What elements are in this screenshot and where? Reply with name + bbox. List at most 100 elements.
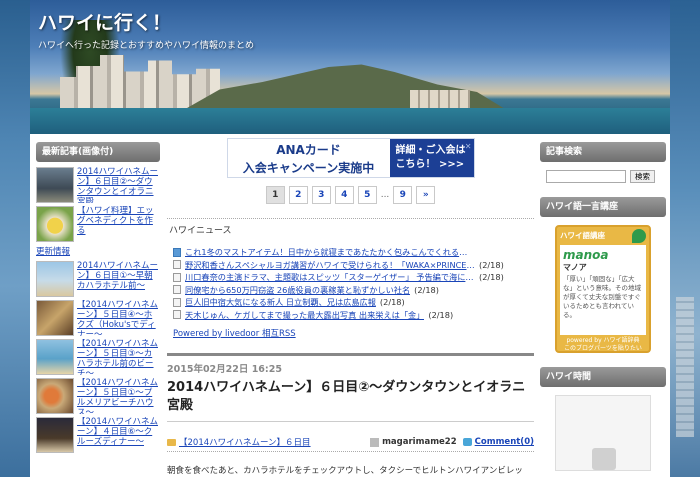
page-5[interactable]: 5 [357,186,377,204]
page-wrapper: ハワイに行く！ ハワイへ行った記録とおすすめやハワイ情報のまとめ 最新記事(画像… [30,0,670,477]
post-link[interactable]: 2014ハワイハネムーン】６日目①〜早朝カハラホテル前〜 [77,261,160,297]
search-form: 検索 [546,170,666,183]
list-item[interactable]: 2014ハワイハネムーン】６日目①〜早朝カハラホテル前〜 [36,261,160,297]
ad-cta-line2: こちら！ >>> [395,159,465,170]
list-item: 巨人旧中宿大気になる新人 日立制覇、兄は広島広報 (2/18) [173,296,534,309]
ad-line1: ANAカード [276,143,341,157]
news-link[interactable]: 川口春奈の主演ドラマ、主題歌はスピッツ「スターゲイザー」 予告編で海にダイブ！ [185,271,475,283]
news-link[interactable]: これ1冬のマストアイテム！日中から就寝まであたたかく包みこんでくれるもの [185,246,475,258]
post-link[interactable]: 【2014ハワイハネムーン】５日目③〜カハラホテル前のビーチ〜 [77,339,160,375]
background-left [0,0,30,477]
post-body: 朝食を食べたあと、カハラホテルをチェックアウトし、タクシーでヒルトンハワイアンビ… [167,466,523,476]
next-page-button[interactable]: » [416,186,436,204]
update-info-link[interactable]: 更新情報 [36,245,160,257]
list-item[interactable]: 【2014ハワイハネムーン】５日目③〜カハラホテル前のビーチ〜 [36,339,160,375]
thumbnail-image[interactable] [36,378,74,414]
list-item[interactable]: 【ハワイ料理】エッグベネディクトを作る [36,206,160,242]
list-item: 野沢和香さんスペシャルヨガ講習がハワイで受けられる！「WAKA×PRINCE W… [173,259,534,272]
dict-reading: マノア [563,263,587,272]
left-sidebar: 最新記事(画像付) 2014ハワイハネムーン】６日目②〜ダウンタウンとイオラニ宮… [36,142,160,456]
ad-cta[interactable]: ✕ 詳細・ご入会は こちら！ >>> [389,139,474,177]
dict-word: manoa [563,248,609,262]
ad-close-icon[interactable]: ✕ [465,140,472,154]
news-link[interactable]: 野沢和香さんスペシャルヨガ講習がハワイで受けられる！「WAKA×PRINCE W… [185,259,475,271]
recent-posts-list: 2014ハワイハネムーン】６日目②〜ダウンタウンとイオラニ宮殿 【ハワイ料理】エ… [36,167,160,453]
site-title[interactable]: ハワイに行く！ [38,8,171,35]
right-sidebar: 記事検索 検索 ハワイ語一言講座 ハワイ語講座 manoa マノア 「厚い」「頑… [540,142,666,471]
search-input[interactable] [546,170,626,183]
list-item: 同僚宅から650万円窃盗 26歳役員の裏稼業と恥ずかしい社名 (2/18) [173,284,534,297]
post-meta: 【2014ハワイハネムーン】６日目 magarimame22 Comment(0… [167,436,534,452]
leaf-icon [632,229,646,243]
pagination: 1 2 3 4 5 ... 9 » [167,186,534,204]
hawaiian-word-heading: ハワイ語一言講座 [540,197,666,217]
news-link[interactable]: 天木じゅん、ケガしてまで撮った最大露出写真 出来栄えは「金」 [185,309,424,321]
author-name: magarimame22 [382,437,457,447]
list-item[interactable]: 2014ハワイハネムーン】６日目②〜ダウンタウンとイオラニ宮殿 [36,167,160,203]
news-date: (2/18) [479,259,504,270]
thumbnail-image[interactable] [36,206,74,242]
hawaii-time-heading: ハワイ時間 [540,367,666,387]
thumbnail-image[interactable] [36,339,74,375]
site-header: ハワイに行く！ ハワイへ行った記録とおすすめやハワイ情報のまとめ [30,0,670,134]
comment-link[interactable]: Comment(0) [475,437,534,447]
list-item[interactable]: 【2014ハワイハネムーン】５日目①〜プルメリアビーチハウス〜 [36,378,160,414]
news-title: ハワイニュース [169,226,232,236]
page-2[interactable]: 2 [288,186,308,204]
document-icon [173,272,181,282]
thumbnail-image[interactable] [36,417,74,453]
category-link[interactable]: 【2014ハワイハネムーン】６日目 [179,436,311,448]
news-date: (2/18) [428,309,454,320]
dict-definition: 「厚い」「頑固な」「広大な」という意味。その地域が厚くて丈夫な別盤ですぐいるため… [563,275,641,319]
post-link[interactable]: 【ハワイ料理】エッグベネディクトを作る [77,206,160,242]
thumbnail-image[interactable] [36,261,74,297]
post-link[interactable]: 【2014ハワイハネムーン】５日目④〜ホクズ（Hoku'sでディナー〜 [77,300,160,336]
list-item: これ1冬のマストアイテム！日中から就寝まであたたかく包みこんでくれるもの [173,246,534,259]
post-link[interactable]: 【2014ハワイハネムーン】４日目⑥〜クルーズディナー〜 [77,417,160,453]
news-date: (2/18) [414,284,439,295]
news-date: (2/18) [379,297,405,308]
document-icon [173,285,181,295]
hawaii-time-widget [555,395,651,471]
post-title[interactable]: 2014ハワイハネムーン】６日目②〜ダウンタウンとイオラニ宮殿 [167,379,534,422]
ad-line2: 入会キャンペーン実施中 [242,161,375,175]
plugin-puzzle-icon [592,448,616,470]
news-link[interactable]: 同僚宅から650万円窃盗 26歳役員の裏稼業と恥ずかしい社名 [185,284,410,296]
list-item[interactable]: 【2014ハワイハネムーン】５日目④〜ホクズ（Hoku'sでディナー〜 [36,300,160,336]
ad-text[interactable]: ANAカード 入会キャンペーン実施中 [227,139,390,177]
site-description: ハワイへ行った記録とおすすめやハワイ情報のまとめ [38,41,255,51]
page-3[interactable]: 3 [311,186,331,204]
news-date: (2/18) [479,272,504,283]
page-ellipsis: ... [380,190,390,200]
list-item[interactable]: 【2014ハワイハネムーン】４日目⑥〜クルーズディナー〜 [36,417,160,453]
thumbnail-image[interactable] [36,300,74,336]
recent-posts-heading: 最新記事(画像付) [36,142,160,162]
page-9[interactable]: 9 [393,186,413,204]
list-item: 天木じゅん、ケガしてまで撮った最大露出写真 出来栄えは「金」 (2/18) [173,309,534,322]
news-list: これ1冬のマストアイテム！日中から就寝まであたたかく包みこんでくれるもの 野沢和… [173,246,534,321]
user-icon [370,437,380,447]
news-link[interactable]: 巨人旧中宿大気になる新人 日立制覇、兄は広島広報 [185,296,376,308]
background-right [670,0,700,477]
search-heading: 記事検索 [540,142,666,162]
ad-cta-line1: 詳細・ご入会は [395,145,466,156]
dict-footer[interactable]: powered by ハワイ語辞典 このブログパーツを貼りたい [560,337,646,353]
search-button[interactable]: 検索 [630,170,655,183]
folder-icon [167,438,176,446]
ana-card-banner[interactable]: ANAカード 入会キャンペーン実施中 ✕ 詳細・ご入会は こちら！ >>> [226,138,475,178]
document-icon [173,247,181,257]
thumbnail-image[interactable] [36,167,74,203]
main-content: ANAカード 入会キャンペーン実施中 ✕ 詳細・ご入会は こちら！ >>> 1 … [167,138,534,476]
author: magarimame22 Comment(0) [370,437,534,447]
hawaiian-dictionary-widget[interactable]: ハワイ語講座 manoa マノア 「厚い」「頑固な」「広大な」という意味。その地… [555,225,651,353]
post-link[interactable]: 2014ハワイハネムーン】６日目②〜ダウンタウンとイオラニ宮殿 [77,167,160,203]
page-1[interactable]: 1 [265,186,285,204]
rss-link[interactable]: Powered by livedoor 相互RSS [173,327,534,339]
sea-image [30,108,670,134]
post-link[interactable]: 【2014ハワイハネムーン】５日目①〜プルメリアビーチハウス〜 [77,378,160,414]
comment-icon [462,438,472,446]
hawaii-news: ハワイニュース これ1冬のマストアイテム！日中から就寝まであたたかく包みこんでく… [167,218,534,339]
document-icon [173,260,181,270]
page-4[interactable]: 4 [334,186,354,204]
document-icon [173,297,181,307]
